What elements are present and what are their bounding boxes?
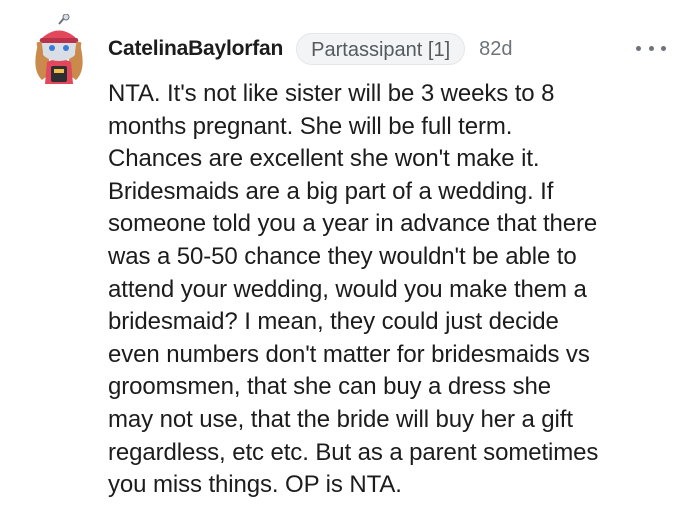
more-options-icon[interactable] [636, 38, 666, 58]
comment-line: someone told you a year in advance that … [108, 210, 598, 238]
comment-line: Chances are excellent she won't make it. [108, 145, 540, 173]
comment-line: months pregnant. She will be full term. [108, 112, 513, 140]
snoo-avatar-icon[interactable] [28, 13, 90, 86]
comment-line: groomsmen, that she can buy a dress she [108, 373, 552, 401]
comment-body: NTA. It's not like sister will be 3 week… [108, 78, 688, 502]
comment-line: even numbers don't matter for bridesmaid… [108, 340, 590, 368]
comment: CatelinaBaylorfan Partassipant [1] 82d N… [0, 0, 700, 513]
comment-line: attend your wedding, would you make them… [108, 275, 587, 303]
more-dot [661, 45, 666, 51]
comment-line: Bridesmaids are a big part of a wedding.… [108, 177, 554, 205]
comment-line: you miss things. OP is NTA. [108, 471, 402, 499]
comment-age: 82d [479, 37, 513, 60]
more-dot [636, 45, 641, 51]
comment-header: CatelinaBaylorfan Partassipant [1] 82d [108, 31, 513, 67]
comment-line: NTA. It's not like sister will be 3 week… [108, 80, 555, 107]
more-dot [648, 45, 654, 51]
comment-line: bridesmaid? I mean, they could just deci… [108, 308, 559, 336]
user-flair-badge: Partassipant [1] [296, 33, 466, 65]
comment-line: may not use, that the bride will buy her… [108, 405, 573, 433]
comment-line: was a 50-50 chance they wouldn't be able… [108, 242, 577, 270]
comment-line: regardless, etc etc. But as a parent som… [108, 438, 599, 466]
author-username[interactable]: CatelinaBaylorfan [108, 37, 283, 61]
